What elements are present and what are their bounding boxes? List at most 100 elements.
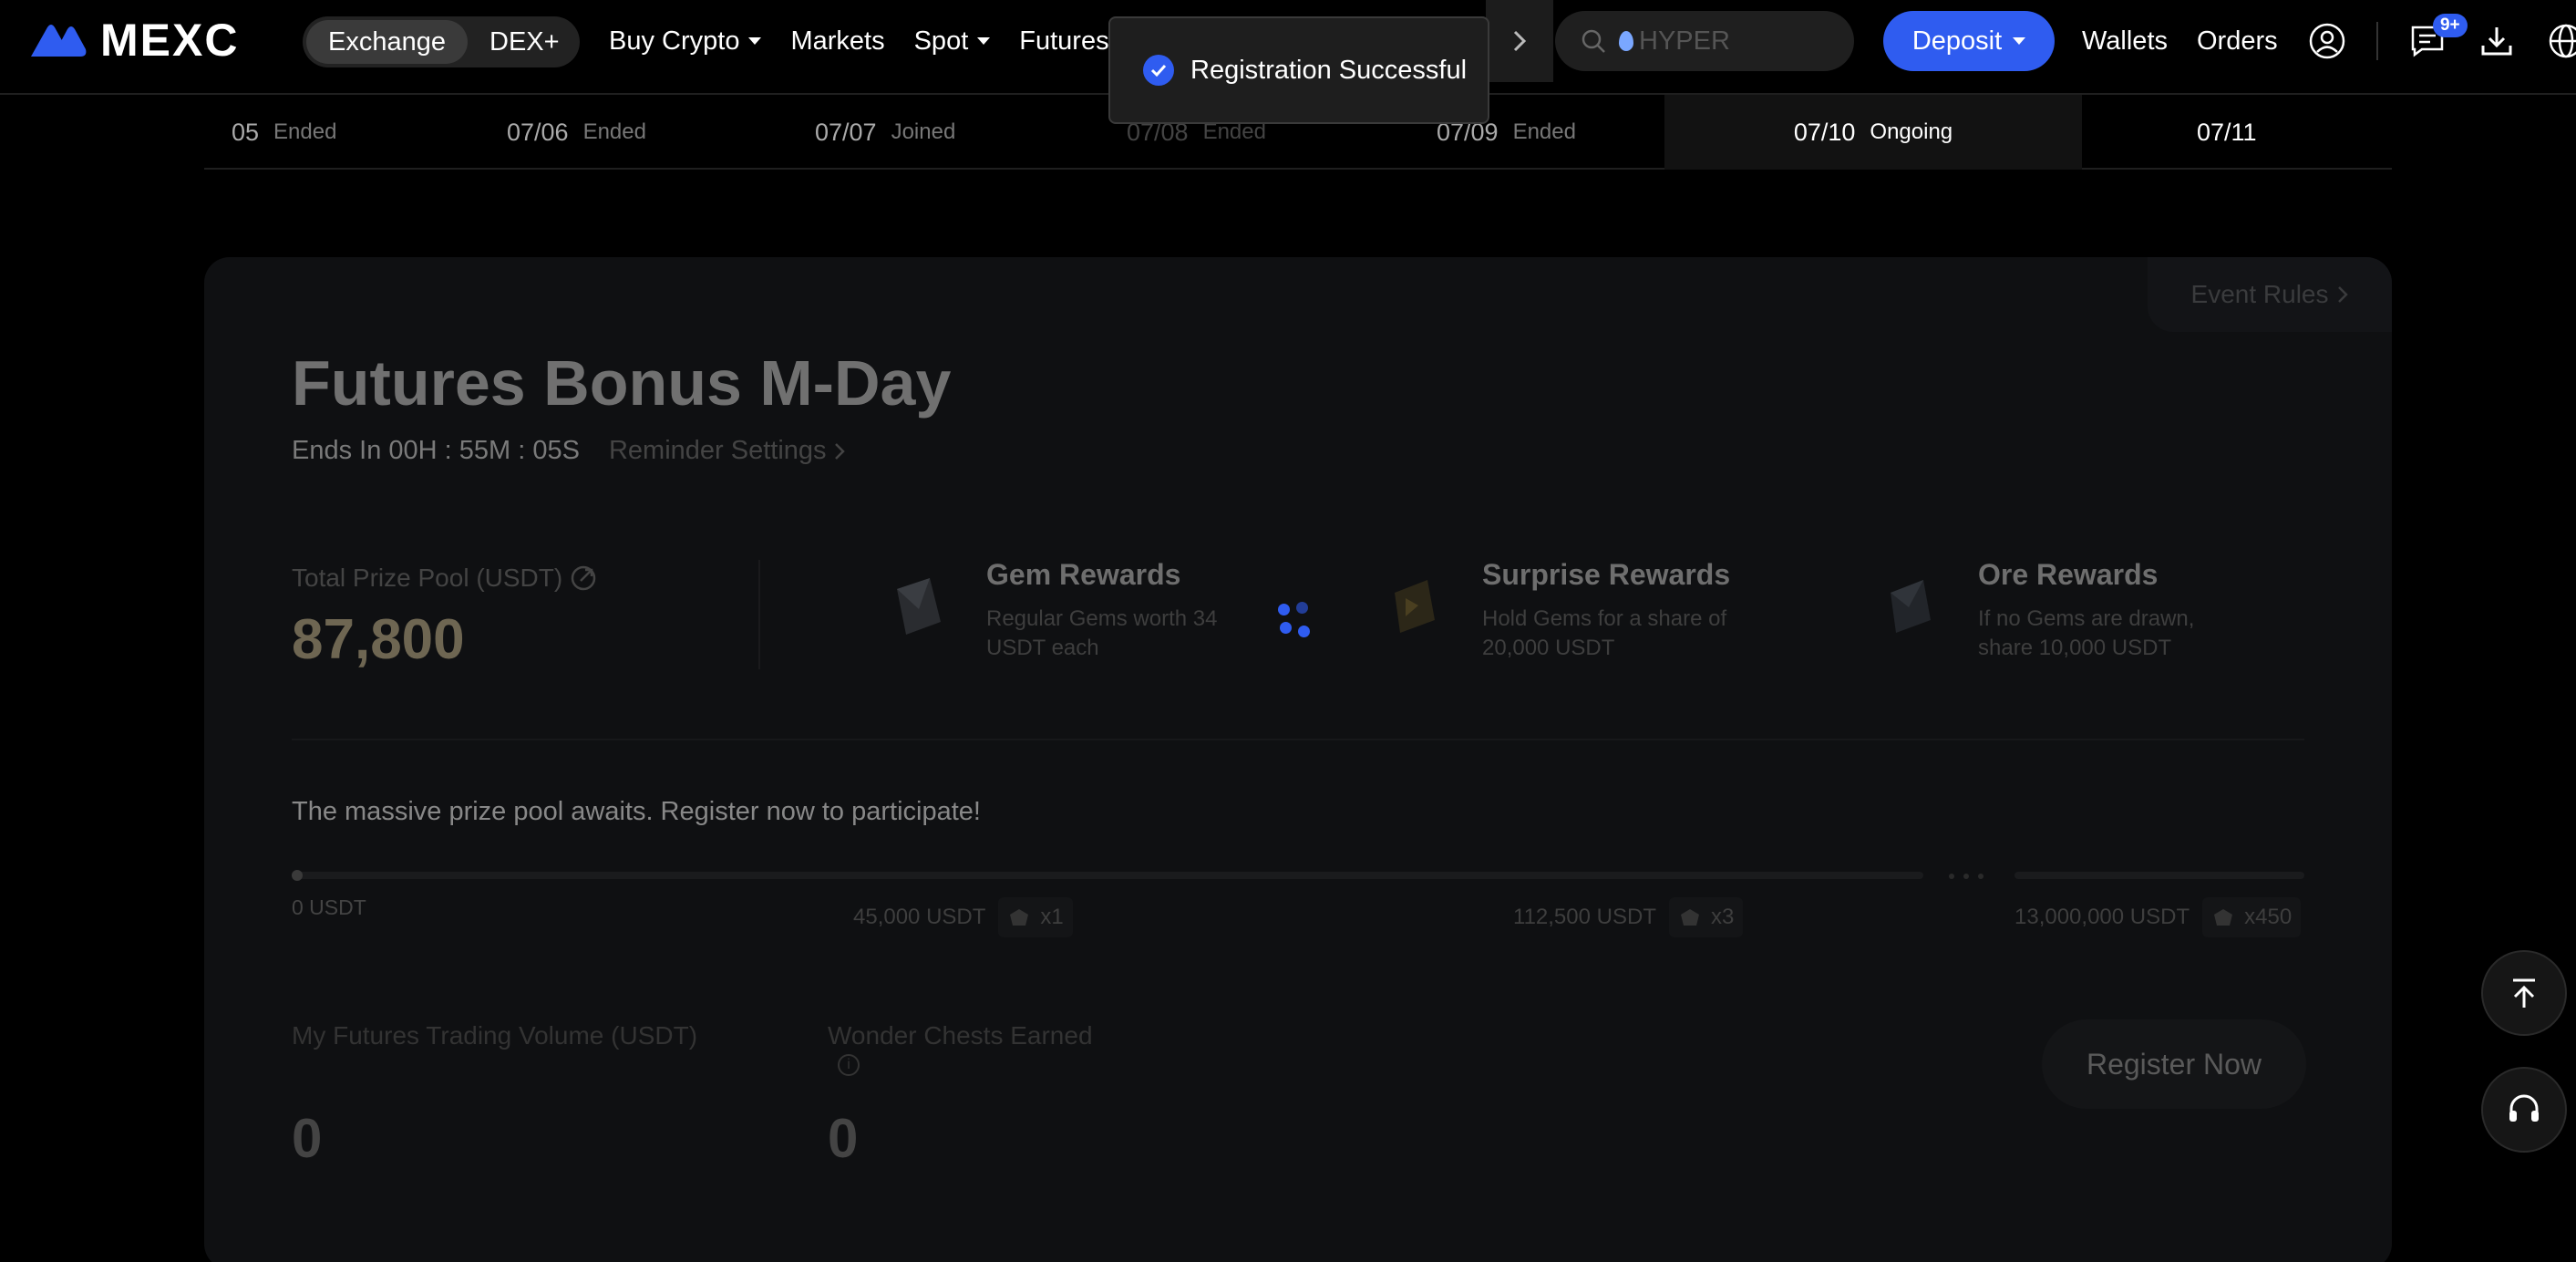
nav-spot-label: Spot bbox=[913, 26, 969, 56]
milestone: 112,500 USDT x3 bbox=[1513, 897, 1744, 937]
day-status: Ended bbox=[582, 119, 646, 144]
success-toast: Registration Successful bbox=[1108, 16, 1489, 124]
reward-desc: Regular Gems worth 34 USDT each bbox=[986, 606, 1218, 660]
day-date: 07/11 bbox=[2197, 118, 2257, 146]
nav-buy-crypto-label: Buy Crypto bbox=[609, 26, 740, 56]
check-circle-icon bbox=[1143, 55, 1174, 86]
reward-title: Ore Rewards bbox=[1978, 558, 2159, 591]
chevron-right-icon bbox=[1513, 30, 1527, 52]
volume-label: My Futures Trading Volume (USDT) bbox=[292, 1021, 698, 1050]
day-tab[interactable]: 07/07 Joined bbox=[815, 95, 955, 170]
milestone-amount: 45,000 USDT bbox=[853, 905, 986, 929]
event-countdown: Ends In 00H : 55M : 05S Reminder Setting… bbox=[292, 436, 845, 466]
day-status: Ended bbox=[273, 119, 337, 144]
gem-icon bbox=[897, 578, 941, 635]
chest-icon bbox=[2214, 909, 2233, 926]
download-icon[interactable] bbox=[2477, 21, 2517, 61]
reward-card-gem: Gem Rewards Regular Gems worth 34 USDT e… bbox=[893, 558, 1251, 663]
nav-markets[interactable]: Markets bbox=[790, 26, 884, 57]
day-tab[interactable]: 05 Ended bbox=[232, 95, 336, 170]
external-link-icon[interactable] bbox=[570, 564, 597, 592]
chests-label: Wonder Chests Earned bbox=[828, 1021, 1093, 1050]
nav-orders[interactable]: Orders bbox=[2197, 26, 2278, 57]
reward-card-ore: Ore Rewards If no Gems are drawn, share … bbox=[1885, 558, 2242, 663]
info-icon[interactable]: i bbox=[838, 1054, 860, 1076]
day-status: Ongoing bbox=[1870, 119, 1953, 144]
hyper-token-icon bbox=[1619, 31, 1633, 51]
prize-pool-label-text: Total Prize Pool (USDT) bbox=[292, 564, 563, 592]
mexc-logo-icon bbox=[31, 25, 87, 57]
day-status: Joined bbox=[891, 119, 956, 144]
back-to-top-button[interactable] bbox=[2481, 950, 2567, 1036]
nav-links: Buy Crypto Markets Spot Futures bbox=[609, 0, 1109, 82]
event-card: Event Rules Futures Bonus M-Day Ends In … bbox=[204, 257, 2392, 1262]
register-now-button[interactable]: Register Now bbox=[2042, 1019, 2306, 1109]
progress-track-final bbox=[2014, 872, 2304, 879]
gold-gem-icon bbox=[1395, 580, 1435, 633]
caret-down-icon bbox=[2013, 37, 2026, 45]
nav-buy-crypto[interactable]: Buy Crypto bbox=[609, 26, 762, 57]
mexc-logo[interactable]: MEXC bbox=[29, 15, 239, 66]
nav-futures-label: Futures bbox=[1019, 26, 1109, 56]
milestone: 45,000 USDT x1 bbox=[853, 897, 1073, 937]
register-prompt: The massive prize pool awaits. Register … bbox=[292, 797, 981, 826]
reward-title: Gem Rewards bbox=[986, 558, 1181, 591]
chests-value: 0 bbox=[828, 1108, 859, 1169]
progress-start-dot bbox=[292, 870, 303, 881]
nav-more-button[interactable] bbox=[1486, 0, 1553, 82]
deposit-label: Deposit bbox=[1911, 26, 2003, 56]
chevron-right-icon bbox=[2338, 286, 2349, 303]
segment-exchange[interactable]: Exchange bbox=[306, 20, 468, 64]
nav-wallets[interactable]: Wallets bbox=[2082, 26, 2168, 57]
multiplier-value: x450 bbox=[2244, 905, 2293, 929]
milestone-multiplier: x3 bbox=[1668, 897, 1744, 937]
search-input[interactable]: HYPER bbox=[1555, 11, 1854, 71]
nav-spot[interactable]: Spot bbox=[914, 26, 991, 57]
messages-icon[interactable]: 9+ bbox=[2407, 14, 2468, 61]
prize-pool-label: Total Prize Pool (USDT) bbox=[292, 564, 597, 593]
toast-message: Registration Successful bbox=[1190, 55, 1468, 85]
chevron-right-icon bbox=[834, 442, 845, 460]
milestone: 13,000,000 USDT x450 bbox=[2014, 897, 2302, 937]
divider bbox=[758, 560, 760, 669]
segment-dex[interactable]: DEX+ bbox=[468, 20, 582, 64]
progress-track bbox=[292, 872, 1923, 879]
loading-spinner-icon bbox=[1276, 602, 1318, 644]
milestone-multiplier: x450 bbox=[2202, 897, 2302, 937]
search-icon bbox=[1582, 29, 1605, 53]
milestone-amount: 112,500 USDT bbox=[1513, 905, 1656, 929]
day-date: 07/10 bbox=[1793, 118, 1856, 146]
exchange-dex-switch: Exchange DEX+ bbox=[303, 16, 580, 67]
event-title: Futures Bonus M-Day bbox=[292, 347, 952, 419]
progress-ellipsis bbox=[1949, 874, 1994, 879]
multiplier-value: x3 bbox=[1710, 905, 1735, 929]
messages-badge: 9+ bbox=[2432, 14, 2468, 37]
reward-card-surprise: Surprise Rewards Hold Gems for a share o… bbox=[1389, 558, 1747, 663]
divider bbox=[292, 739, 2304, 740]
support-button[interactable] bbox=[2481, 1067, 2567, 1153]
event-rules-link[interactable]: Event Rules bbox=[2148, 257, 2392, 332]
globe-icon[interactable] bbox=[2546, 21, 2576, 61]
milestone-amount: 13,000,000 USDT bbox=[2014, 905, 2190, 929]
day-status: Ended bbox=[1512, 119, 1576, 144]
caret-down-icon bbox=[748, 37, 762, 45]
search-placeholder: HYPER bbox=[1639, 26, 1730, 56]
multiplier-value: x1 bbox=[1040, 905, 1064, 929]
milestone-start: 0 USDT bbox=[292, 895, 366, 919]
account-icon[interactable] bbox=[2307, 21, 2347, 61]
nav-right: Wallets Orders 9+ bbox=[2082, 0, 2576, 82]
day-tab-current[interactable]: 07/10 Ongoing bbox=[1664, 95, 2082, 170]
arrow-up-to-top-icon bbox=[2513, 978, 2535, 1008]
day-tab[interactable]: 07/11 bbox=[2197, 95, 2257, 170]
deposit-button[interactable]: Deposit bbox=[1883, 11, 2055, 71]
ore-icon bbox=[1891, 580, 1931, 633]
countdown-text: Ends In 00H : 55M : 05S bbox=[292, 436, 580, 465]
day-tab[interactable]: 07/06 Ended bbox=[507, 95, 646, 170]
nav-futures[interactable]: Futures bbox=[1019, 26, 1108, 57]
reminder-settings-link[interactable]: Reminder Settings bbox=[609, 436, 845, 466]
caret-down-icon bbox=[977, 37, 991, 45]
volume-value: 0 bbox=[292, 1108, 323, 1169]
nav-markets-label: Markets bbox=[790, 26, 885, 56]
reward-desc: If no Gems are drawn, share 10,000 USDT bbox=[1978, 606, 2195, 660]
reminder-label: Reminder Settings bbox=[608, 436, 827, 465]
